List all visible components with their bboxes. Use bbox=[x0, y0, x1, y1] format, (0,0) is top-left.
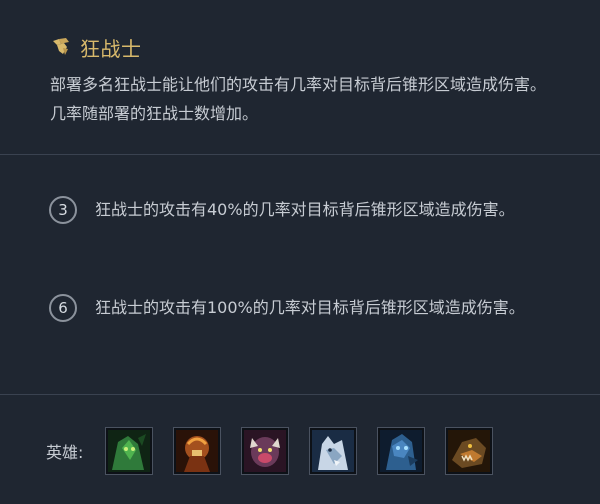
heroes-label: 英雄: bbox=[46, 443, 84, 462]
hero-portrait-green-icon[interactable] bbox=[105, 427, 153, 475]
hero-portrait-orange-icon[interactable] bbox=[173, 427, 221, 475]
tier-count-badge: 3 bbox=[49, 196, 77, 224]
tier-effect-text: 狂战士的攻击有40%的几率对目标背后锥形区域造成伤害。 bbox=[95, 200, 515, 219]
tier-effect-text: 狂战士的攻击有100%的几率对目标背后锥形区域造成伤害。 bbox=[95, 298, 525, 317]
tier-row-3: 3 狂战士的攻击有40%的几率对目标背后锥形区域造成伤害。 bbox=[49, 194, 569, 226]
tier-count-badge: 6 bbox=[49, 294, 77, 322]
divider bbox=[0, 394, 600, 395]
hero-portrait-dragon-icon[interactable] bbox=[445, 427, 493, 475]
tier-row-6: 6 狂战士的攻击有100%的几率对目标背后锥形区域造成伤害。 bbox=[49, 292, 569, 324]
divider bbox=[0, 154, 600, 155]
hero-portrait-blue-icon[interactable] bbox=[377, 427, 425, 475]
hero-list: 英雄: bbox=[46, 427, 514, 475]
trait-description: 部署多名狂战士能让他们的攻击有几率对目标背后锥形区域造成伤害。几率随部署的狂战士… bbox=[50, 75, 547, 123]
trait-header: 狂战士 bbox=[50, 30, 142, 64]
trait-title: 狂战士 bbox=[80, 36, 142, 61]
berserker-trait-icon bbox=[50, 36, 72, 58]
hero-portrait-purple-icon[interactable] bbox=[241, 427, 289, 475]
hero-portrait-wolf-icon[interactable] bbox=[309, 427, 357, 475]
trait-tooltip: 狂战士 部署多名狂战士能让他们的攻击有几率对目标背后锥形区域造成伤害。几率随部署… bbox=[0, 0, 600, 504]
